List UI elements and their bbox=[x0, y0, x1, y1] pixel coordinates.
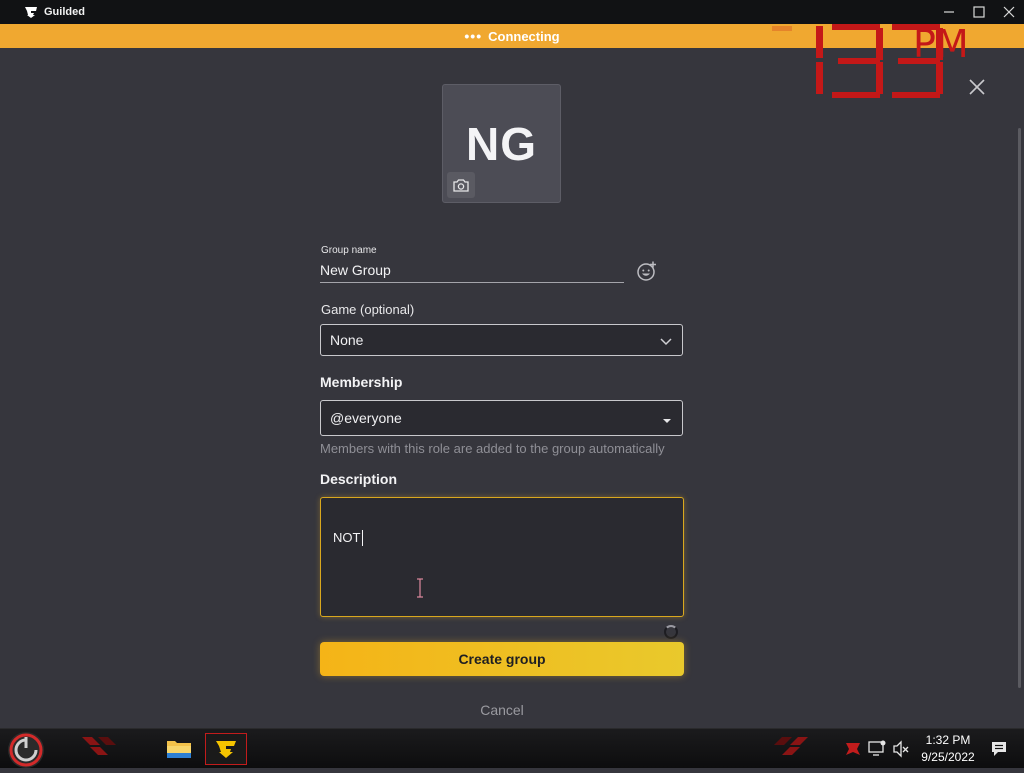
overlay-clock-digit-3 bbox=[828, 22, 884, 98]
maximize-button[interactable] bbox=[964, 0, 994, 24]
folder-icon bbox=[167, 741, 191, 758]
cancel-button[interactable]: Cancel bbox=[320, 700, 684, 720]
upload-image-button[interactable] bbox=[447, 172, 475, 198]
window-titlebar: Guilded bbox=[0, 0, 1024, 24]
game-label: Game (optional) bbox=[321, 302, 415, 317]
overlay-clock-digit-1 bbox=[768, 22, 824, 98]
taskbar: 1:32 PM 9/25/2022 bbox=[0, 728, 1024, 768]
maximize-icon bbox=[973, 6, 985, 18]
game-select[interactable]: None bbox=[320, 324, 683, 356]
description-value: NOT bbox=[333, 530, 361, 545]
minimize-icon bbox=[944, 11, 954, 13]
taskbar-guilded[interactable] bbox=[205, 733, 247, 765]
minimize-button[interactable] bbox=[934, 0, 964, 24]
camera-icon bbox=[453, 179, 469, 192]
loading-dots-icon: ••• bbox=[464, 28, 483, 44]
loading-spinner-icon bbox=[664, 625, 678, 639]
volume-muted-tray-icon[interactable] bbox=[892, 740, 910, 758]
group-avatar[interactable]: NG bbox=[442, 84, 561, 203]
avatar-initials: NG bbox=[466, 117, 537, 170]
taskbar-clock[interactable]: 1:32 PM 9/25/2022 bbox=[912, 732, 984, 766]
app-title: Guilded bbox=[44, 6, 85, 18]
window-controls bbox=[934, 0, 1024, 24]
ibeam-cursor-icon bbox=[417, 578, 423, 598]
taskbar-stripes-left-icon bbox=[78, 733, 128, 761]
taskbar-file-explorer[interactable] bbox=[158, 733, 200, 765]
close-icon bbox=[969, 79, 985, 95]
caret-down-icon bbox=[662, 413, 672, 429]
chevron-down-icon bbox=[660, 334, 672, 350]
membership-label: Membership bbox=[320, 374, 403, 390]
game-select-value: None bbox=[330, 332, 364, 348]
scrollbar[interactable] bbox=[1018, 128, 1021, 688]
text-caret bbox=[362, 530, 363, 546]
membership-select-value: @everyone bbox=[330, 410, 402, 426]
add-emoji-icon bbox=[637, 261, 656, 281]
membership-helper-text: Members with this role are added to the … bbox=[320, 441, 665, 456]
taskbar-time: 1:32 PM bbox=[925, 733, 971, 747]
msi-dragon-tray-icon[interactable] bbox=[844, 740, 862, 758]
membership-select[interactable]: @everyone bbox=[320, 400, 683, 436]
guilded-logo-icon bbox=[216, 741, 236, 758]
taskbar-date: 9/25/2022 bbox=[921, 750, 975, 764]
network-tray-icon[interactable] bbox=[868, 740, 886, 758]
notification-icon bbox=[992, 742, 1006, 756]
description-textarea[interactable]: NOT bbox=[320, 497, 684, 617]
connecting-text: Connecting bbox=[488, 28, 560, 44]
start-button[interactable] bbox=[8, 732, 44, 768]
dialog-close-button[interactable] bbox=[964, 74, 990, 100]
emoji-picker-button[interactable] bbox=[636, 260, 658, 282]
group-name-value: New Group bbox=[320, 262, 391, 278]
overlay-clock-suffix: PM bbox=[913, 22, 969, 66]
guilded-logo-icon bbox=[24, 5, 38, 19]
taskbar-stripes-right-icon bbox=[770, 733, 820, 761]
group-name-label: Group name bbox=[321, 245, 377, 256]
description-label: Description bbox=[320, 471, 398, 487]
action-center-button[interactable] bbox=[990, 740, 1008, 758]
create-group-button[interactable]: Create group bbox=[320, 642, 684, 676]
close-icon bbox=[1003, 6, 1015, 18]
power-logo-icon bbox=[9, 733, 43, 767]
window-close-button[interactable] bbox=[994, 0, 1024, 24]
group-name-input[interactable]: New Group bbox=[320, 258, 624, 283]
